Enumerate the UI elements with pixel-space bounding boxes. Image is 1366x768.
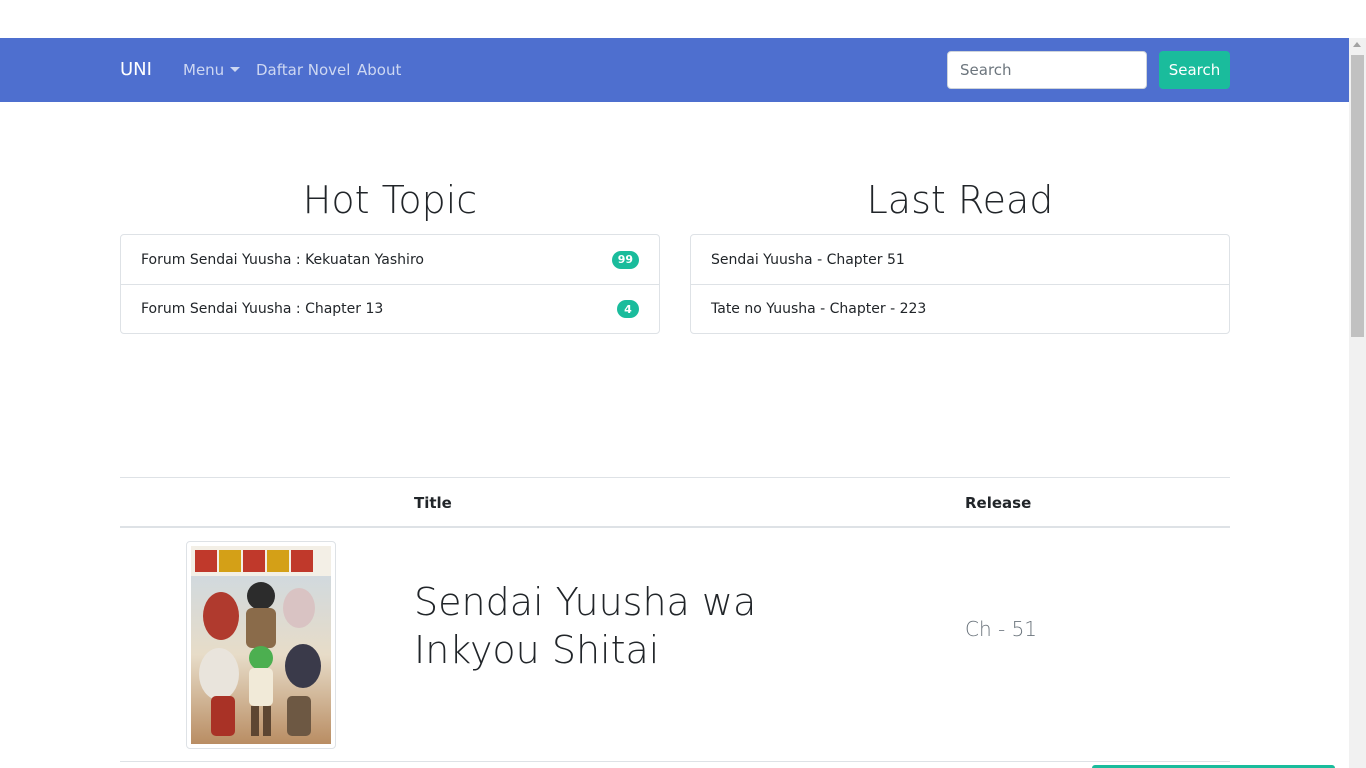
nav-link-about[interactable]: About xyxy=(357,60,401,80)
column-header-title: Title xyxy=(414,494,452,512)
novel-release-chapter[interactable]: Ch - 51 xyxy=(965,616,1037,642)
last-read-item[interactable]: Tate no Yuusha - Chapter - 223 xyxy=(691,284,1229,333)
brand-logo[interactable]: UNI xyxy=(120,58,152,82)
navbar: UNI Menu Daftar Novel About Search xyxy=(0,38,1349,102)
nav-link-daftar-novel[interactable]: Daftar Novel xyxy=(256,60,350,80)
last-read-item-label: Sendai Yuusha - Chapter 51 xyxy=(711,251,905,268)
page-scrollbar[interactable] xyxy=(1349,38,1366,768)
top-blank-area xyxy=(0,0,1349,38)
hot-topic-item-label: Forum Sendai Yuusha : Chapter 13 xyxy=(141,301,384,317)
hot-topic-item[interactable]: Forum Sendai Yuusha : Chapter 13 4 xyxy=(121,284,659,333)
search-button[interactable]: Search xyxy=(1159,51,1230,89)
hot-topic-item-label: Forum Sendai Yuusha : Kekuatan Yashiro xyxy=(141,251,424,268)
search-input[interactable] xyxy=(947,51,1147,89)
scrollbar-thumb[interactable] xyxy=(1351,55,1364,337)
hot-topic-list: Forum Sendai Yuusha : Kekuatan Yashiro 9… xyxy=(120,234,660,334)
hot-topic-heading: Hot Topic xyxy=(302,178,478,222)
count-badge: 99 xyxy=(611,250,639,269)
table-header-border xyxy=(120,526,1230,528)
hot-topic-item[interactable]: Forum Sendai Yuusha : Kekuatan Yashiro 9… xyxy=(121,235,659,284)
column-header-release: Release xyxy=(965,494,1032,512)
table-row-border xyxy=(120,761,1230,762)
table-top-border xyxy=(120,477,1230,478)
last-read-item-label: Tate no Yuusha - Chapter - 223 xyxy=(711,301,927,317)
last-read-item[interactable]: Sendai Yuusha - Chapter 51 xyxy=(691,235,1229,284)
cover-illustration xyxy=(191,546,331,744)
caret-down-icon xyxy=(230,67,241,72)
last-read-list: Sendai Yuusha - Chapter 51 Tate no Yuush… xyxy=(690,234,1230,334)
novel-title-link[interactable]: Sendai Yuusha wa Inkyou Shitai xyxy=(414,578,794,674)
menu-dropdown[interactable]: Menu xyxy=(183,60,241,80)
menu-label: Menu xyxy=(183,61,225,79)
novel-cover-image[interactable] xyxy=(186,541,336,749)
scroll-up-arrow-icon[interactable] xyxy=(1353,42,1361,47)
last-read-heading: Last Read xyxy=(866,178,1054,222)
count-badge: 4 xyxy=(617,300,639,318)
